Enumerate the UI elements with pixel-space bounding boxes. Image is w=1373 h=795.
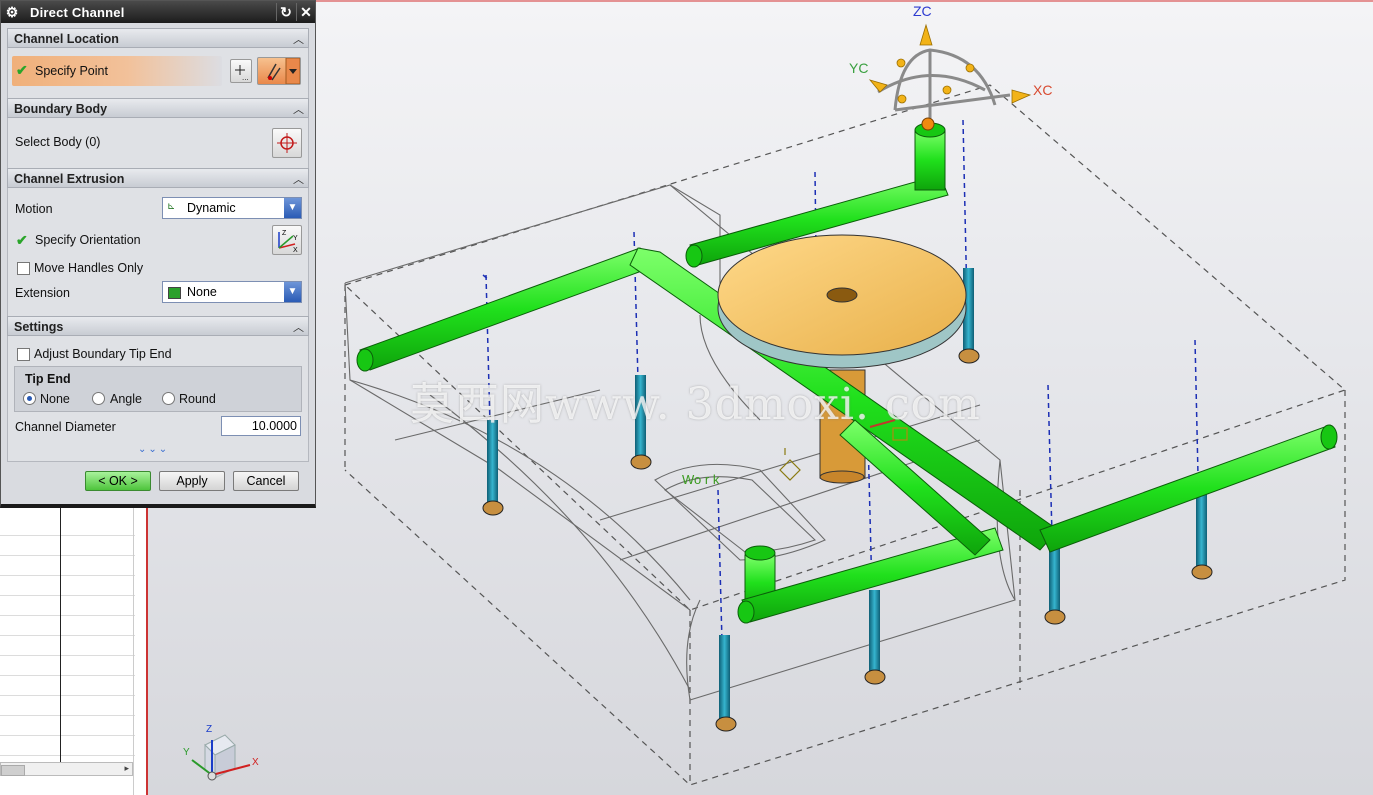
close-icon[interactable]: ✕	[296, 3, 315, 21]
dialog-title: Direct Channel	[30, 5, 125, 20]
move-handles-only-label: Move Handles Only	[34, 261, 144, 275]
horizontal-scrollbar[interactable]: ▸	[0, 762, 133, 776]
cancel-button[interactable]: Cancel	[233, 471, 299, 491]
point-constructor-icon[interactable]: ...	[230, 59, 252, 83]
adjust-boundary-tip-end-label: Adjust Boundary Tip End	[34, 347, 172, 361]
tip-end-round-label: Round	[179, 392, 216, 406]
triad-z-label: Z	[206, 724, 213, 735]
triad-x-label: X	[252, 757, 259, 768]
specify-orientation-label: Specify Orientation	[35, 233, 141, 247]
triad-y-label: Y	[183, 747, 190, 758]
channel-diameter-input[interactable]	[221, 416, 301, 436]
motion-dropdown[interactable]: ⊾ Dynamic ▼	[162, 197, 302, 219]
check-icon: ✔	[16, 232, 28, 248]
extension-dropdown[interactable]: None ▼	[162, 281, 302, 303]
chevron-down-icon[interactable]: ▼	[284, 282, 301, 302]
adjust-boundary-tip-end-checkbox[interactable]	[17, 348, 30, 361]
expand-more-icon[interactable]: ⌄⌄⌄	[138, 444, 169, 455]
collapse-icon[interactable]: ︿	[293, 101, 304, 117]
move-handles-only-checkbox[interactable]	[17, 262, 30, 275]
section-title: Boundary Body	[14, 102, 108, 116]
collapse-icon[interactable]: ︿	[293, 31, 304, 47]
apply-button[interactable]: Apply	[159, 471, 225, 491]
dialog-title-bar[interactable]: ⚙ Direct Channel ↻ ✕	[1, 1, 315, 23]
tip-end-none-label: None	[40, 392, 70, 406]
section-settings[interactable]: Settings ︿	[7, 316, 309, 336]
tip-end-round-radio[interactable]	[162, 392, 175, 405]
check-icon: ✔	[16, 62, 28, 78]
csys-icon: ⊾	[167, 201, 176, 212]
part-navigator[interactable]: ▸	[0, 505, 148, 795]
svg-text:Z: Z	[282, 230, 287, 237]
extension-label: Extension	[15, 286, 70, 300]
watermark: 莫西网www. 3dmoxi. com	[410, 379, 981, 430]
select-body-label: Select Body (0)	[15, 135, 101, 149]
extension-value: None	[187, 285, 217, 299]
motion-label: Motion	[15, 202, 53, 216]
section-body-settings: Adjust Boundary Tip End Tip End None Ang…	[7, 336, 309, 462]
section-channel-location[interactable]: Channel Location ︿	[7, 28, 309, 48]
tip-end-angle-label: Angle	[110, 392, 142, 406]
chevron-down-icon[interactable]: ▼	[284, 198, 301, 218]
svg-text:...: ...	[242, 73, 249, 82]
tip-end-title: Tip End	[25, 372, 71, 386]
section-body-channel-extrusion: Motion ⊾ Dynamic ▼ ✔ Specify Orientation…	[7, 188, 309, 316]
crosshair-icon[interactable]	[272, 128, 302, 158]
section-body-boundary-body: Select Body (0)	[7, 118, 309, 168]
section-title: Channel Location	[14, 32, 119, 46]
extension-icon	[168, 287, 181, 299]
ok-button[interactable]: < OK >	[85, 471, 151, 491]
svg-text:Y: Y	[293, 235, 298, 242]
section-title: Channel Extrusion	[14, 172, 125, 186]
direct-channel-dialog: ⚙ Direct Channel ↻ ✕ Channel Location ︿ …	[0, 0, 316, 508]
tip-end-angle-radio[interactable]	[92, 392, 105, 405]
dynamic-csys-icon[interactable]: ZYX	[272, 225, 302, 255]
tip-end-none-radio[interactable]	[23, 392, 36, 405]
gear-icon[interactable]: ⚙	[3, 3, 21, 21]
motion-value: Dynamic	[187, 201, 236, 215]
reset-icon[interactable]: ↻	[276, 3, 295, 21]
svg-text:X: X	[293, 247, 298, 254]
collapse-icon[interactable]: ︿	[293, 171, 304, 187]
work-csys-label: Wo r k	[682, 472, 720, 487]
section-title: Settings	[14, 320, 64, 334]
yc-axis-label: YC	[849, 60, 869, 76]
specify-point-row[interactable]: ✔ Specify Point	[12, 56, 222, 86]
zc-axis-label: ZC	[913, 3, 932, 19]
tip-end-group: Tip End None Angle Round	[14, 366, 302, 412]
channel-diameter-label: Channel Diameter	[15, 420, 116, 434]
section-channel-extrusion[interactable]: Channel Extrusion ︿	[7, 168, 309, 188]
section-boundary-body[interactable]: Boundary Body ︿	[7, 98, 309, 118]
collapse-icon[interactable]: ︿	[293, 319, 304, 335]
specify-point-label: Specify Point	[35, 64, 108, 78]
xc-axis-label: XC	[1033, 82, 1053, 98]
section-body-channel-location: ✔ Specify Point ...	[7, 48, 309, 98]
inferred-point-icon[interactable]	[257, 57, 301, 85]
